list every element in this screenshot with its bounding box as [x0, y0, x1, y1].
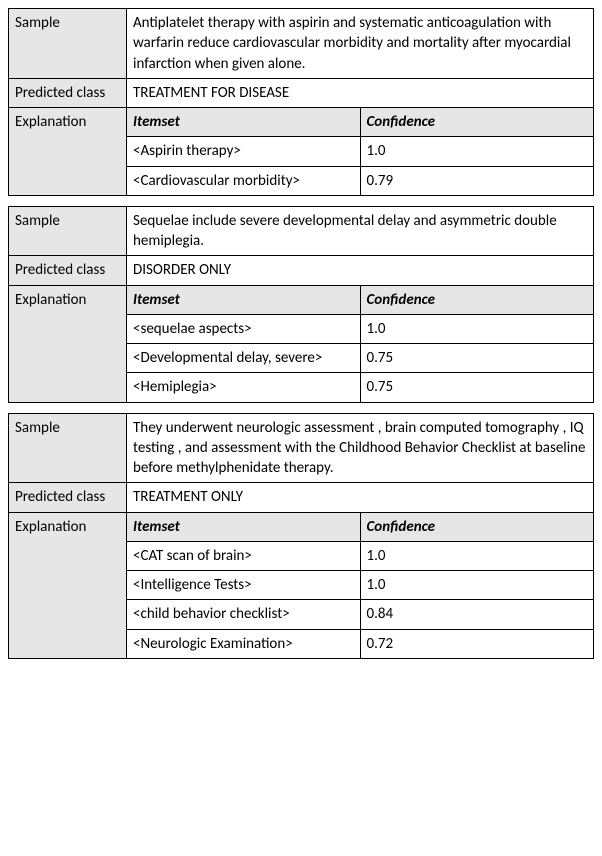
table-row: ExplanationItemsetConfidence	[9, 512, 594, 541]
explanation-label: Explanation	[9, 108, 127, 196]
confidence-value: 1.0	[360, 571, 594, 600]
confidence-header: Confidence	[360, 512, 594, 541]
sample-text: Sequelae include severe developmental de…	[127, 206, 594, 256]
sample-label: Sample	[9, 9, 127, 79]
predicted-class-value: TREATMENT FOR DISEASE	[127, 78, 594, 107]
table-row: SampleThey underwent neurologic assessme…	[9, 413, 594, 483]
table-row: SampleAntiplatelet therapy with aspirin …	[9, 9, 594, 79]
confidence-header: Confidence	[360, 285, 594, 314]
confidence-value: 1.0	[360, 541, 594, 570]
confidence-header: Confidence	[360, 108, 594, 137]
classification-block: SampleSequelae include severe developmen…	[8, 206, 594, 403]
explanation-label: Explanation	[9, 285, 127, 402]
table-row: ExplanationItemsetConfidence	[9, 285, 594, 314]
itemset-value: <child behavior checklist>	[127, 600, 361, 629]
confidence-value: 0.84	[360, 600, 594, 629]
table-row: Predicted classTREATMENT FOR DISEASE	[9, 78, 594, 107]
itemset-header: Itemset	[127, 512, 361, 541]
itemset-value: <Cardiovascular morbidity>	[127, 166, 361, 195]
table-row: SampleSequelae include severe developmen…	[9, 206, 594, 256]
predicted-class-value: TREATMENT ONLY	[127, 483, 594, 512]
itemset-value: <Developmental delay, severe>	[127, 344, 361, 373]
sample-label: Sample	[9, 413, 127, 483]
sample-label: Sample	[9, 206, 127, 256]
confidence-value: 1.0	[360, 314, 594, 343]
itemset-value: <Neurologic Examination>	[127, 629, 361, 658]
classification-block: SampleAntiplatelet therapy with aspirin …	[8, 8, 594, 196]
sample-text: They underwent neurologic assessment , b…	[127, 413, 594, 483]
itemset-value: <Intelligence Tests>	[127, 571, 361, 600]
explanation-label: Explanation	[9, 512, 127, 658]
sample-text: Antiplatelet therapy with aspirin and sy…	[127, 9, 594, 79]
itemset-value: <Aspirin therapy>	[127, 137, 361, 166]
itemset-header: Itemset	[127, 108, 361, 137]
predicted-class-label: Predicted class	[9, 78, 127, 107]
confidence-value: 0.75	[360, 344, 594, 373]
itemset-header: Itemset	[127, 285, 361, 314]
classification-block: SampleThey underwent neurologic assessme…	[8, 413, 594, 659]
predicted-class-label: Predicted class	[9, 256, 127, 285]
confidence-value: 0.79	[360, 166, 594, 195]
predicted-class-value: DISORDER ONLY	[127, 256, 594, 285]
itemset-value: <Hemiplegia>	[127, 373, 361, 402]
predicted-class-label: Predicted class	[9, 483, 127, 512]
table-row: Predicted classDISORDER ONLY	[9, 256, 594, 285]
itemset-value: <CAT scan of brain>	[127, 541, 361, 570]
confidence-value: 0.75	[360, 373, 594, 402]
itemset-value: <sequelae aspects>	[127, 314, 361, 343]
table-row: ExplanationItemsetConfidence	[9, 108, 594, 137]
table-row: Predicted classTREATMENT ONLY	[9, 483, 594, 512]
confidence-value: 0.72	[360, 629, 594, 658]
confidence-value: 1.0	[360, 137, 594, 166]
